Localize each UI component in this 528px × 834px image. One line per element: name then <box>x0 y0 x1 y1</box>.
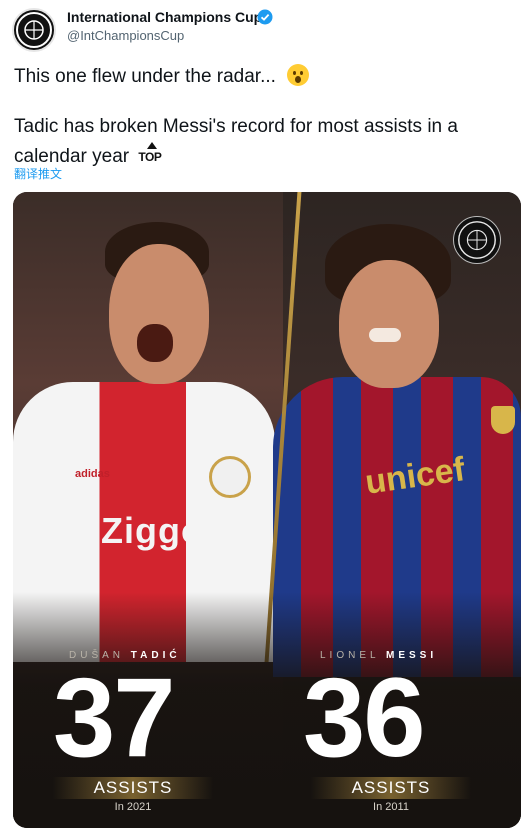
tweet-text-line: This one flew under the radar... <box>14 64 310 88</box>
icc-avatar-icon[interactable] <box>12 8 56 52</box>
tweet-media-image[interactable]: adidas Ziggo unicef DUŠAN TADIĆ LIONEL M… <box>13 192 521 828</box>
tweet-text: calendar year <box>14 146 130 167</box>
astonished-face-emoji-icon <box>287 64 310 86</box>
display-name[interactable]: International Champions Cup <box>67 9 262 25</box>
barcelona-crest-icon <box>491 406 515 434</box>
handle[interactable]: @IntChampionsCup <box>67 28 184 43</box>
left-assists-label: ASSISTS <box>53 777 213 799</box>
left-year-label: In 2021 <box>114 801 152 813</box>
adidas-logo: adidas <box>75 468 110 480</box>
verified-badge-icon <box>257 9 273 25</box>
tweet-text: This one flew under the radar... <box>14 66 276 87</box>
ajax-crest-icon <box>209 456 251 498</box>
tweet-text-line: Tadic has broken Messi's record for most… <box>14 116 458 137</box>
ziggo-sponsor: Ziggo <box>101 510 204 551</box>
right-assist-count: 36 <box>303 655 426 780</box>
messi-face <box>339 260 439 388</box>
tadic-mouth <box>137 324 173 362</box>
icc-logo-icon <box>453 216 501 264</box>
messi-smile <box>369 328 401 342</box>
right-assists-label: ASSISTS <box>311 777 471 799</box>
translate-tweet-link[interactable]: 翻译推文 <box>14 165 62 182</box>
top-arrow-emoji-icon: TOP <box>138 142 166 164</box>
top-badge-text: TOP <box>138 150 162 164</box>
tweet: International Champions Cup @IntChampion… <box>0 0 528 834</box>
left-assist-count: 37 <box>53 655 176 780</box>
right-year-label: In 2011 <box>373 801 409 813</box>
tadic-face <box>109 244 209 384</box>
